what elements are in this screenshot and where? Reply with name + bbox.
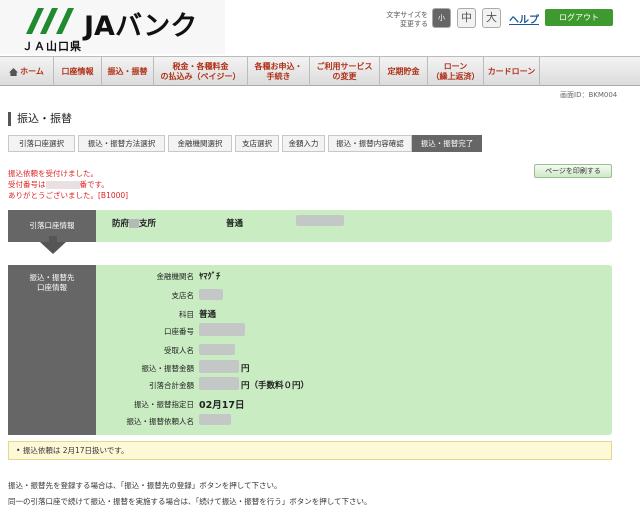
page-title: 振込・振替 [8, 112, 72, 126]
dest-recipient-label: 受取人名 [164, 346, 194, 355]
step-bank-select: 金融機関選択 [168, 135, 232, 152]
notice-box: • 振込依頼は 2月17日扱いです。 [8, 441, 612, 460]
transfer-amount-label: 振込・振替金額 [141, 364, 195, 373]
masked-total-amount [199, 377, 239, 390]
masked-dest-account-number [199, 323, 245, 336]
home-icon [9, 67, 19, 76]
dest-branch-label: 支店名 [171, 291, 195, 300]
logout-button[interactable]: ログアウト [545, 9, 613, 26]
bullet-icon: • [16, 446, 21, 455]
nav-item-card-loan[interactable]: カードローン [484, 57, 540, 86]
dest-type-value: 普通 [199, 310, 217, 320]
dest-type-label: 科目 [179, 310, 194, 319]
masked-transfer-amount [199, 360, 239, 373]
masked-receipt-number [45, 181, 80, 189]
step-branch-select: 支店選択 [235, 135, 279, 152]
nav-item-home[interactable]: ホーム [0, 57, 54, 86]
font-size-label: 文字サイズを 変更する [386, 11, 428, 28]
header: JAバンク ＪＡ山口県 文字サイズを 変更する 小 中 大 ヘルプ ログアウト [0, 0, 640, 56]
step-transfer-method: 振込・振替方法選択 [78, 135, 165, 152]
main-nav: ホーム 口座情報 振込・振替 税金・各種料金 の払込み（ペイジー） 各種お申込・… [0, 56, 640, 86]
ja-logo-icon [26, 8, 74, 34]
nav-item-time-deposit[interactable]: 定期貯金 [380, 57, 428, 86]
step-source-account: 引落口座選択 [8, 135, 75, 152]
print-page-button[interactable]: ページを印刷する [534, 164, 612, 178]
nav-item-transfer[interactable]: 振込・振替 [102, 57, 154, 86]
completion-message: 振込依頼を受付けました。 受付番号は 番です。 ありがとうございました。[B100… [8, 169, 129, 200]
total-amount-label: 引落合計金額 [149, 381, 194, 390]
logo-area: JAバンク ＪＡ山口県 [0, 0, 225, 54]
footer-instruction-register: 振込・振替先を登録する場合は、「振込・振替先の登録」ボタンを押して下さい。 [8, 481, 282, 490]
font-size-large-button[interactable]: 大 [482, 8, 501, 28]
masked-dest-branch [199, 289, 223, 300]
nav-item-loan[interactable]: ローン （繰上返済） [428, 57, 484, 86]
step-amount-input: 金額入力 [282, 135, 325, 152]
font-size-small-button[interactable]: 小 [432, 8, 451, 28]
masked-source-account-number [296, 215, 344, 226]
requester-name-label: 振込・振替依頼人名 [126, 417, 195, 426]
flow-arrow-down-icon [40, 242, 66, 254]
transfer-date-label: 振込・振替指定日 [134, 400, 194, 409]
nav-item-account-info[interactable]: 口座情報 [54, 57, 102, 86]
source-account-type: 普通 [226, 219, 244, 229]
transfer-amount-unit: 円 [241, 364, 250, 374]
nav-item-applications[interactable]: 各種お申込・ 手続き [248, 57, 310, 86]
destination-label: 振込・振替先 口座情報 [8, 265, 96, 435]
source-branch: 防府 支所 [112, 219, 157, 229]
step-complete: 振込・振替完了 [412, 135, 482, 152]
screen-id: 画面ID：BKM004 [560, 91, 618, 99]
masked-requester-name [199, 414, 231, 425]
dest-bank-label: 金融機関名 [156, 272, 195, 281]
transfer-date-value: 02月17日 [199, 400, 245, 411]
notice-text: 振込依頼は 2月17日扱いです。 [22, 446, 129, 455]
help-link[interactable]: ヘルプ [509, 11, 539, 26]
step-confirm: 振込・振替内容確認 [328, 135, 412, 152]
logo-text: JAバンク [84, 11, 198, 42]
nav-item-service-change[interactable]: ご利用サービス の変更 [310, 57, 380, 86]
dest-account-number-label: 口座番号 [164, 327, 194, 336]
total-amount-value: 円（手数料０円） [241, 381, 310, 391]
logo-subtitle: ＪＡ山口県 [22, 40, 82, 53]
footer-instruction-continue: 同一の引落口座で続けて振込・振替を実施する場合は、「続けて振込・振替を行う」ボタ… [8, 497, 372, 506]
nav-item-payeasy[interactable]: 税金・各種料金 の払込み（ペイジー） [154, 57, 248, 86]
dest-bank-value: ﾔﾏｸﾞﾁ [199, 272, 221, 282]
font-size-medium-button[interactable]: 中 [457, 8, 476, 28]
masked-dest-recipient [199, 344, 235, 355]
